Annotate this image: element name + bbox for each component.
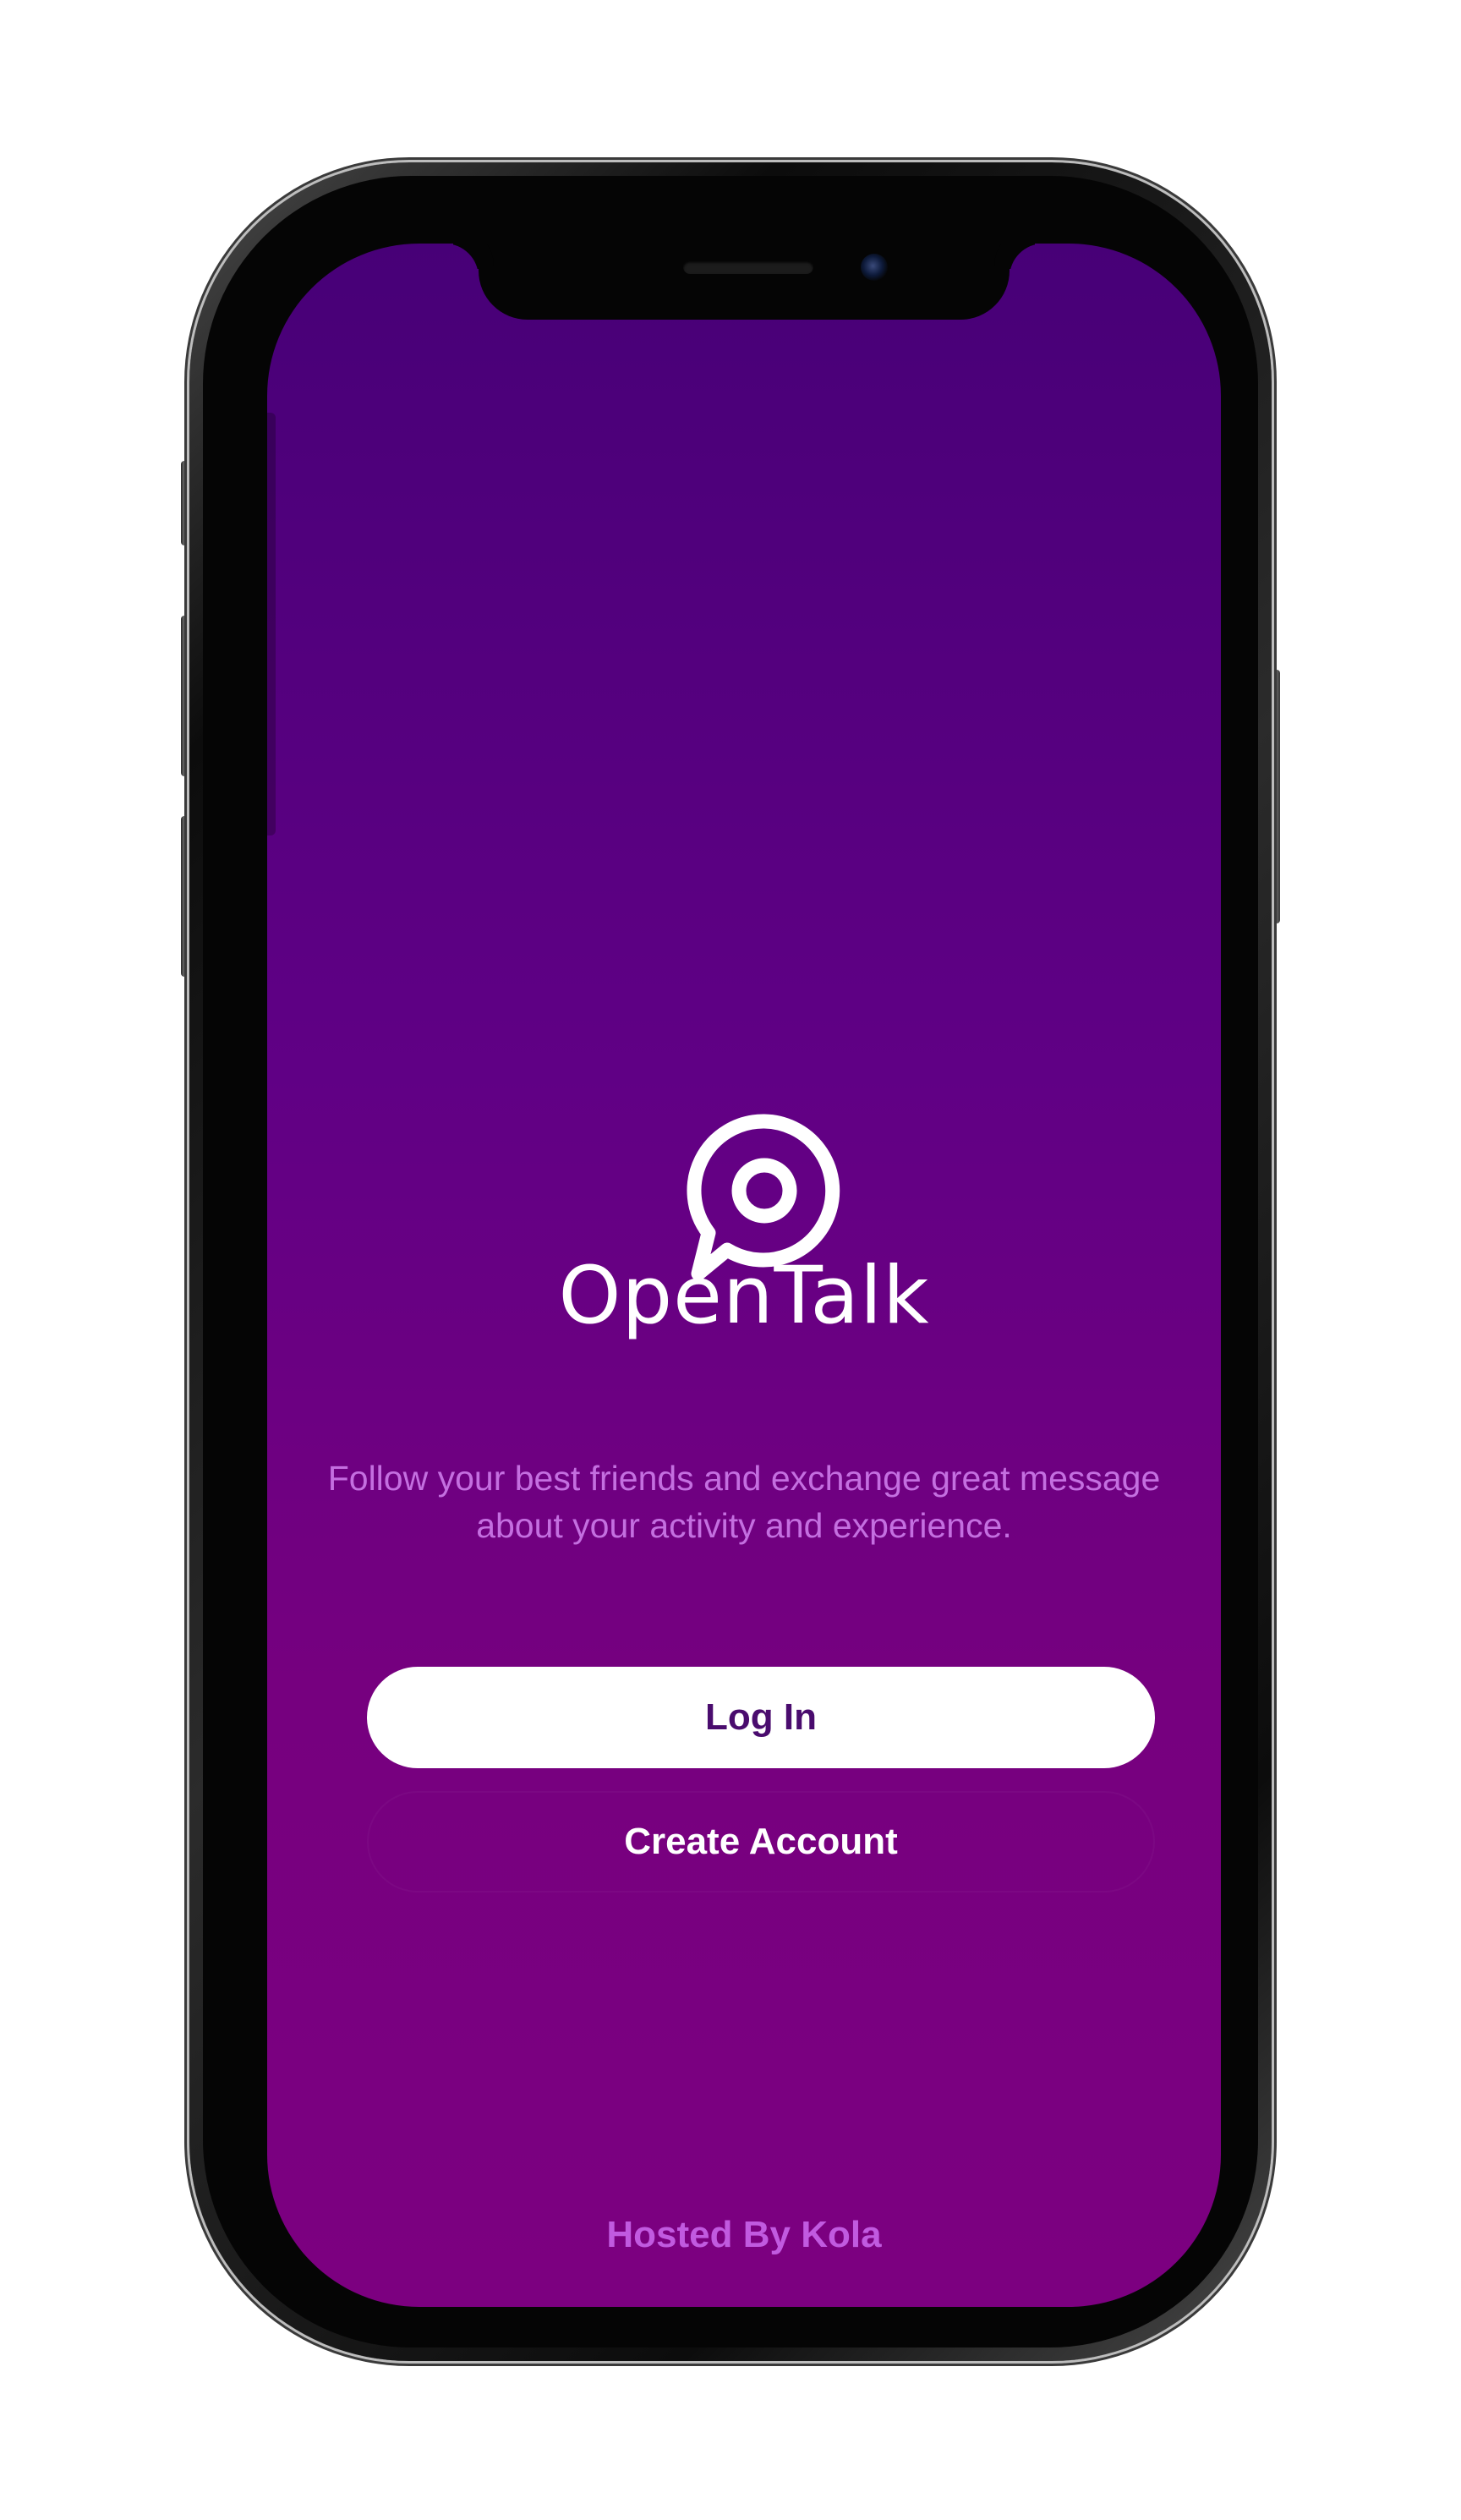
notch — [479, 244, 1010, 320]
phone-bezel: OpenTalk Follow your best friends and ex… — [203, 176, 1258, 2347]
camera-icon — [861, 254, 888, 281]
app-screen: OpenTalk Follow your best friends and ex… — [267, 244, 1221, 2307]
app-title: OpenTalk — [558, 1250, 930, 1342]
hosted-by-footer: Hosted By Kola — [606, 2214, 882, 2255]
login-button[interactable]: Log In — [367, 1667, 1155, 1768]
create-account-button[interactable]: Create Account — [367, 1791, 1155, 1893]
speaker-icon — [683, 260, 813, 274]
phone-frame: OpenTalk Follow your best friends and ex… — [189, 162, 1272, 2361]
app-tagline: Follow your best friends and exchange gr… — [327, 1459, 1161, 1545]
mockup-stage: OpenTalk Follow your best friends and ex… — [0, 0, 1461, 2520]
screen-edge-shadow — [267, 413, 276, 835]
